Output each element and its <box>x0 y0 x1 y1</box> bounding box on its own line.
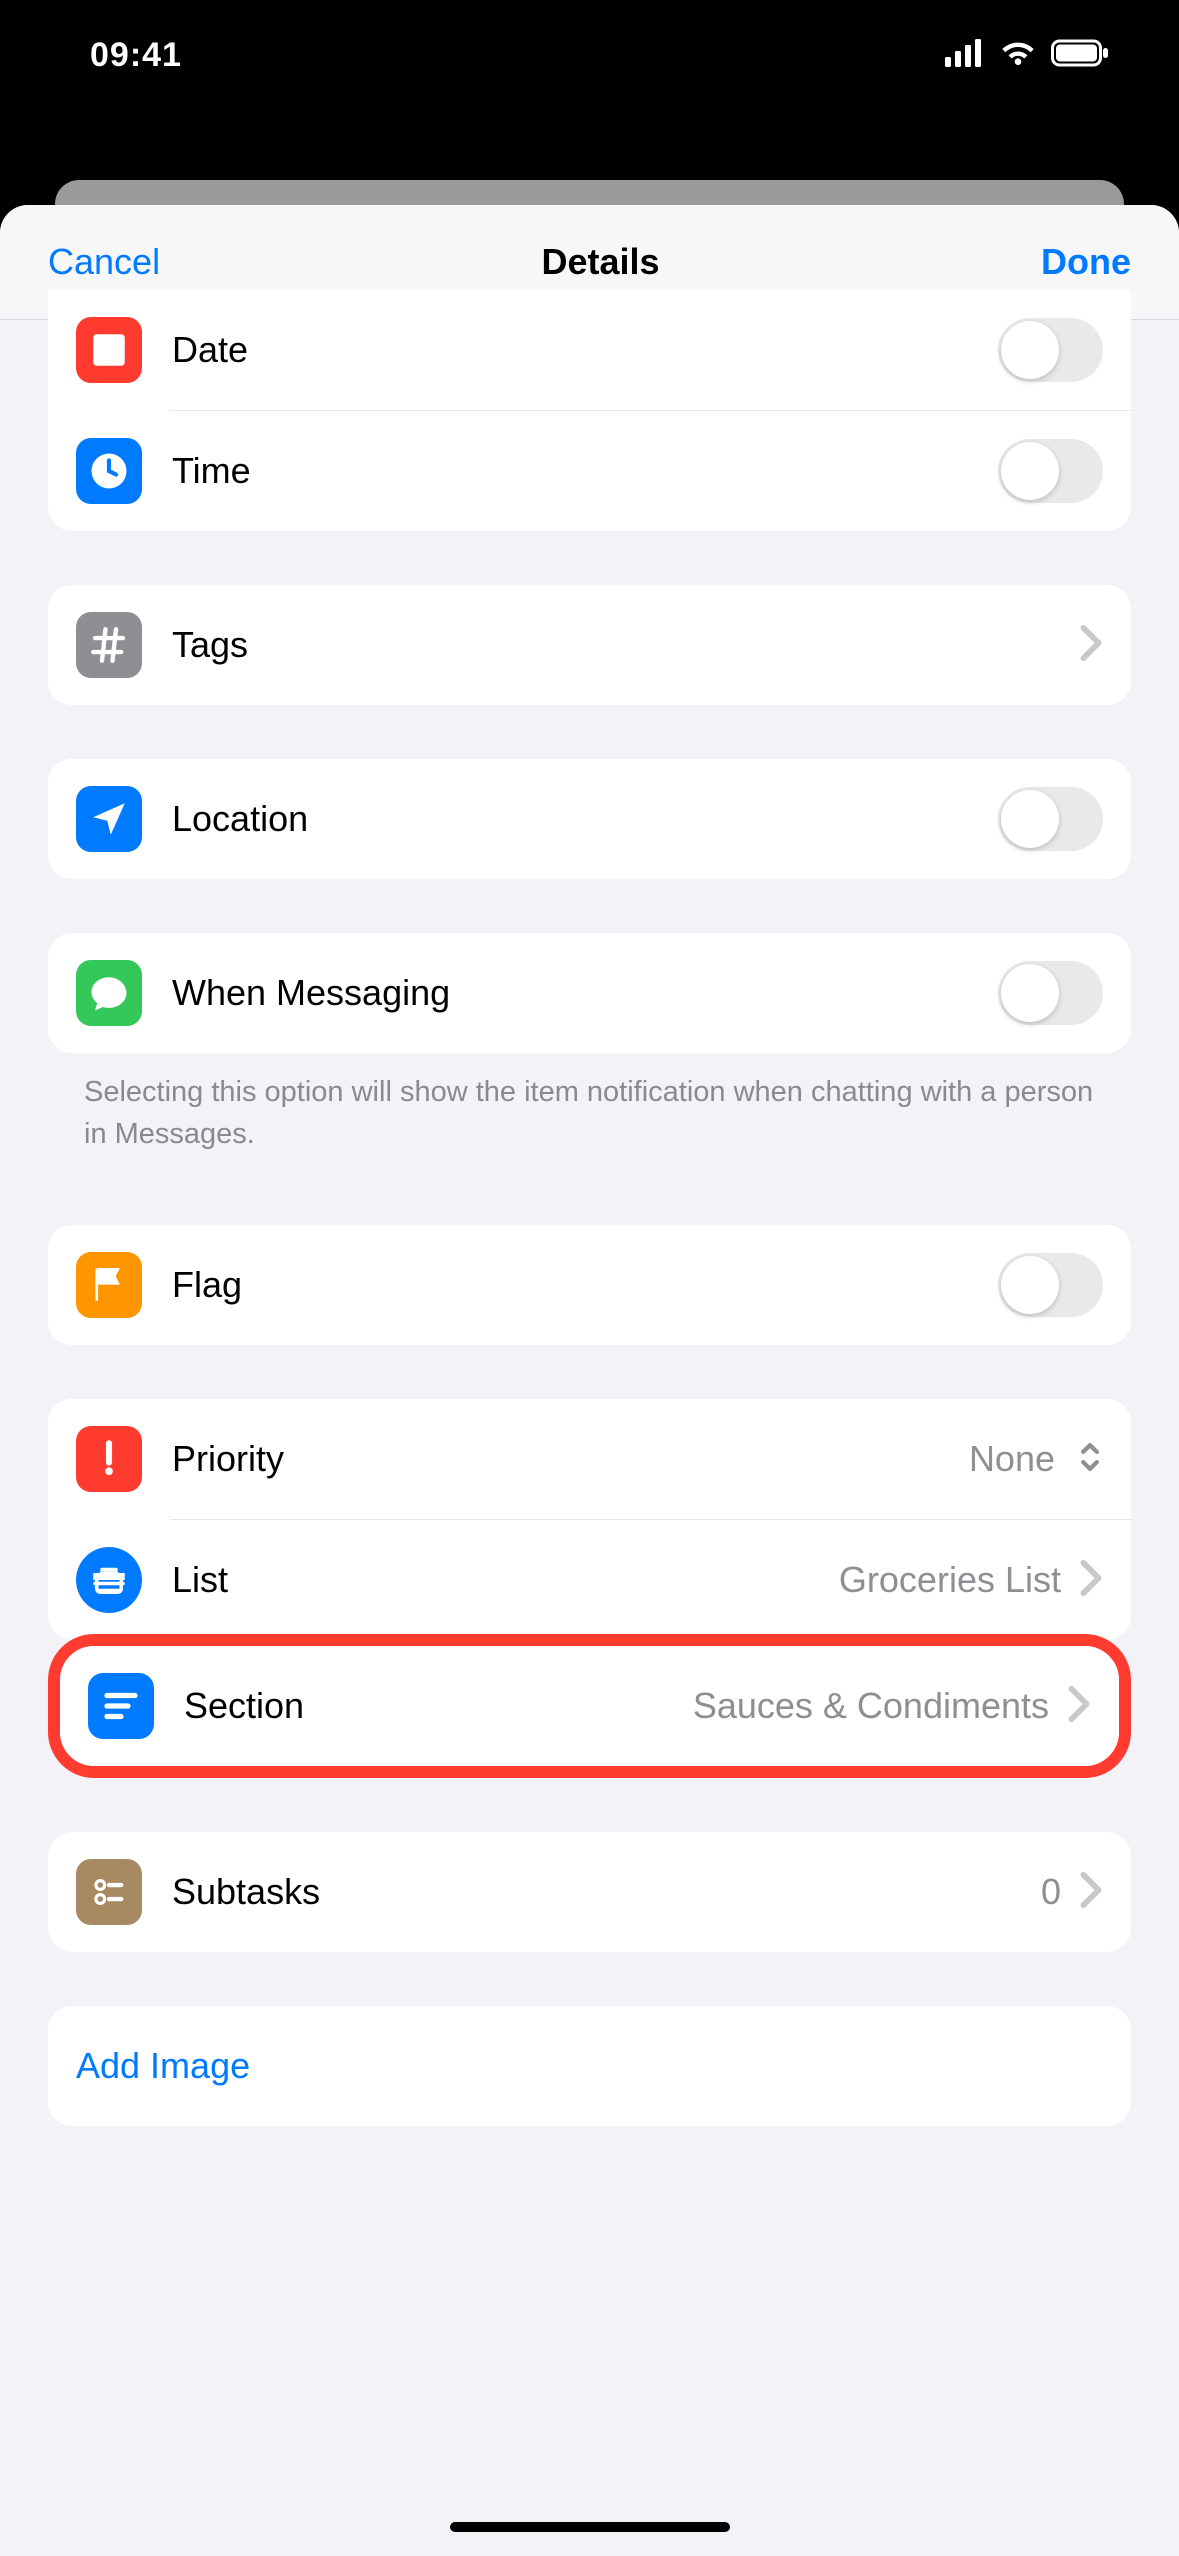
time-toggle[interactable] <box>998 439 1103 503</box>
group-subtasks: Subtasks 0 <box>48 1832 1131 1952</box>
time-label: Time <box>172 450 251 492</box>
modal-content: Date Time Tags <box>0 290 1179 2126</box>
cancel-button[interactable]: Cancel <box>48 241 160 283</box>
row-list[interactable]: List Groceries List <box>48 1520 1131 1640</box>
flag-icon <box>76 1252 142 1318</box>
group-location: Location <box>48 759 1131 879</box>
group-tags: Tags <box>48 585 1131 705</box>
hash-icon <box>76 612 142 678</box>
status-icons <box>945 39 1109 72</box>
row-messaging[interactable]: When Messaging <box>48 933 1131 1053</box>
section-label: Section <box>184 1685 304 1727</box>
priority-label: Priority <box>172 1438 284 1480</box>
subtasks-icon <box>76 1859 142 1925</box>
add-image-label: Add Image <box>76 2045 250 2087</box>
date-toggle[interactable] <box>998 318 1103 382</box>
row-time[interactable]: Time <box>48 411 1131 531</box>
subtasks-label: Subtasks <box>172 1871 320 1913</box>
group-datetime: Date Time <box>48 290 1131 531</box>
message-icon <box>76 960 142 1026</box>
group-add-image: Add Image <box>48 2006 1131 2126</box>
group-flag: Flag <box>48 1225 1131 1345</box>
done-button[interactable]: Done <box>1041 241 1131 283</box>
priority-icon <box>76 1426 142 1492</box>
nav-title: Details <box>542 241 660 283</box>
row-section[interactable]: Section Sauces & Condiments <box>60 1646 1119 1766</box>
group-priority-list: Priority None List Groceries List <box>48 1399 1131 1640</box>
flag-toggle[interactable] <box>998 1253 1103 1317</box>
subtasks-value: 0 <box>1041 1871 1061 1913</box>
messaging-label: When Messaging <box>172 972 450 1014</box>
wifi-icon <box>999 39 1037 72</box>
row-add-image[interactable]: Add Image <box>48 2006 1131 2126</box>
status-time: 09:41 <box>90 36 182 75</box>
row-priority[interactable]: Priority None <box>48 1399 1131 1519</box>
flag-label: Flag <box>172 1264 242 1306</box>
updown-icon <box>1077 1440 1103 1479</box>
list-icon <box>76 1547 142 1613</box>
priority-value: None <box>969 1438 1055 1480</box>
list-label: List <box>172 1559 228 1601</box>
chevron-right-icon <box>1067 1685 1091 1728</box>
date-label: Date <box>172 329 248 371</box>
section-highlight: Section Sauces & Condiments <box>48 1634 1131 1778</box>
calendar-icon <box>76 317 142 383</box>
row-tags[interactable]: Tags <box>48 585 1131 705</box>
status-bar: 09:41 <box>0 0 1179 110</box>
group-section: Section Sauces & Condiments <box>60 1646 1119 1766</box>
location-label: Location <box>172 798 308 840</box>
modal-sheet: Cancel Details Done Date Time <box>0 205 1179 2556</box>
chevron-right-icon <box>1079 1559 1103 1602</box>
clock-icon <box>76 438 142 504</box>
chevron-right-icon <box>1079 1871 1103 1914</box>
list-value: Groceries List <box>839 1559 1061 1601</box>
section-icon <box>88 1673 154 1739</box>
home-indicator <box>450 2522 730 2532</box>
row-flag[interactable]: Flag <box>48 1225 1131 1345</box>
location-toggle[interactable] <box>998 787 1103 851</box>
row-subtasks[interactable]: Subtasks 0 <box>48 1832 1131 1952</box>
messaging-footer: Selecting this option will show the item… <box>48 1053 1131 1155</box>
section-value: Sauces & Condiments <box>693 1685 1049 1727</box>
group-messaging: When Messaging <box>48 933 1131 1053</box>
location-icon <box>76 786 142 852</box>
chevron-right-icon <box>1079 624 1103 667</box>
messaging-toggle[interactable] <box>998 961 1103 1025</box>
tags-label: Tags <box>172 624 248 666</box>
cellular-icon <box>945 39 985 72</box>
row-location[interactable]: Location <box>48 759 1131 879</box>
battery-icon <box>1051 39 1109 72</box>
row-date[interactable]: Date <box>48 290 1131 410</box>
